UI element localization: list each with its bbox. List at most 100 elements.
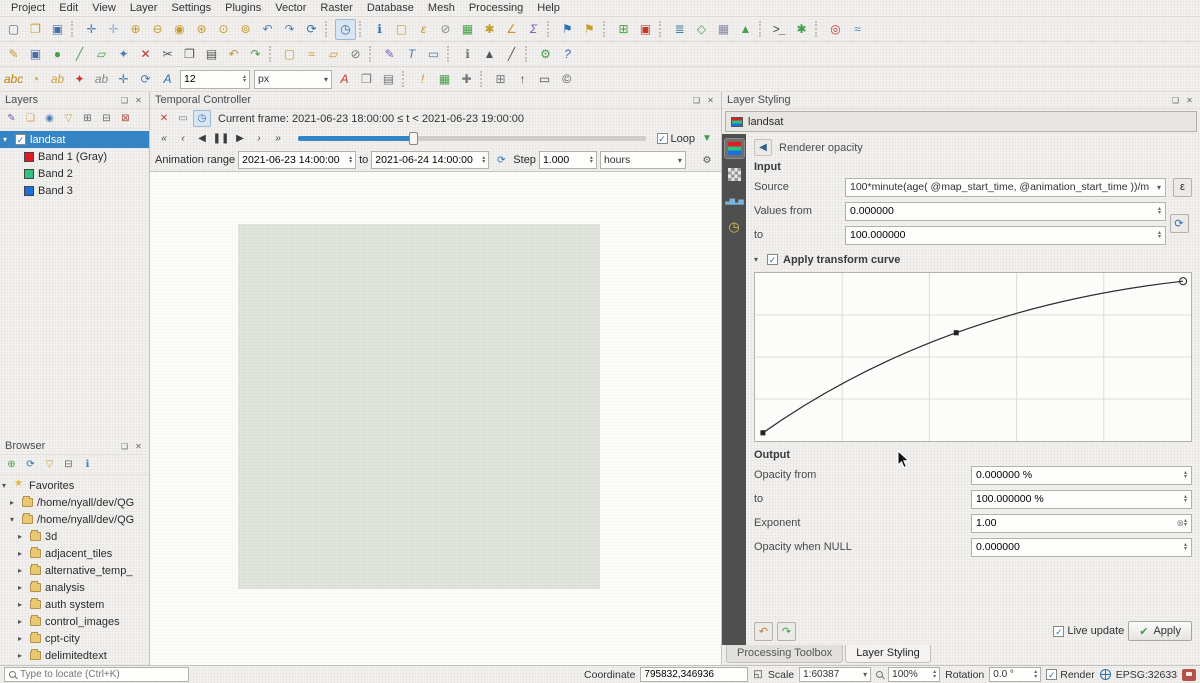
zoom-last-icon[interactable]: ↶ bbox=[257, 19, 278, 40]
add-group-icon[interactable]: ❏ bbox=[22, 110, 39, 127]
play-icon[interactable]: ▶ bbox=[231, 130, 249, 147]
open-layer-styling-panel-icon[interactable]: ✎ bbox=[3, 110, 20, 127]
toolbar-separator[interactable] bbox=[815, 21, 822, 37]
export-animation-icon[interactable]: ▼ bbox=[698, 130, 716, 147]
browser-item[interactable]: ▸ analysis bbox=[0, 579, 149, 596]
exponent-field[interactable]: ⊗ bbox=[971, 514, 1192, 533]
range-end-input[interactable] bbox=[375, 154, 482, 166]
statistical-summary-icon[interactable]: Σ bbox=[523, 19, 544, 40]
opacity-from-field[interactable] bbox=[971, 466, 1192, 485]
refresh-browser-icon[interactable]: ⟳ bbox=[22, 456, 39, 473]
range-end-field[interactable] bbox=[371, 151, 489, 169]
animated-navigation-icon[interactable]: ◷ bbox=[193, 110, 211, 127]
scale-bar-icon[interactable]: ▭ bbox=[534, 69, 555, 90]
menu-item[interactable]: Plugins bbox=[218, 1, 268, 15]
paste-features-icon[interactable]: ▤ bbox=[201, 44, 222, 65]
apply-button[interactable]: ✔ Apply bbox=[1128, 621, 1192, 641]
zoom-out-icon[interactable]: ⊖ bbox=[147, 19, 168, 40]
layer-labeling-icon[interactable]: abc bbox=[3, 69, 24, 90]
step-forward-icon[interactable]: › bbox=[250, 130, 268, 147]
values-to-input[interactable] bbox=[850, 229, 1158, 241]
log-messages-icon[interactable]: ▣ bbox=[635, 19, 656, 40]
select-freehand-icon[interactable]: ≈ bbox=[301, 44, 322, 65]
loop-checkbox[interactable]: ✓ Loop bbox=[657, 133, 695, 145]
save-edits-icon[interactable]: ▣ bbox=[25, 44, 46, 65]
float-panel-icon[interactable]: ❏ bbox=[119, 442, 130, 451]
toolbar-separator[interactable] bbox=[547, 21, 554, 37]
temporal-settings-icon[interactable]: ⚙ bbox=[698, 152, 716, 169]
symbology-tab-icon[interactable] bbox=[725, 139, 744, 158]
spinner[interactable] bbox=[1184, 495, 1187, 504]
zoom-to-layer-icon[interactable]: ⊚ bbox=[235, 19, 256, 40]
menu-item[interactable]: Vector bbox=[268, 1, 313, 15]
manage-map-themes-icon[interactable]: ◉ bbox=[41, 110, 58, 127]
step-unit-combo[interactable]: hours ▾ bbox=[600, 151, 686, 169]
expander-icon[interactable]: ▸ bbox=[18, 532, 26, 541]
float-panel-icon[interactable]: ❏ bbox=[1170, 96, 1181, 105]
values-to-field[interactable] bbox=[845, 226, 1166, 245]
browser-item[interactable]: ▾ /home/nyall/dev/QG bbox=[0, 511, 149, 528]
field-calculator-icon[interactable]: ✱ bbox=[479, 19, 500, 40]
remove-layer-icon[interactable]: ⊠ bbox=[117, 110, 134, 127]
spinner[interactable] bbox=[1034, 670, 1037, 679]
profile-tool-icon[interactable]: ≈ bbox=[847, 19, 868, 40]
open-attribute-table-icon[interactable]: ▦ bbox=[457, 19, 478, 40]
opacity-when-null-input[interactable] bbox=[976, 541, 1184, 553]
new-bookmark-icon[interactable]: ⚑ bbox=[557, 19, 578, 40]
toolbar-separator[interactable] bbox=[359, 21, 366, 37]
rotation-field[interactable]: 0.0 ° bbox=[989, 667, 1041, 682]
copy-style-icon[interactable]: ❐ bbox=[356, 69, 377, 90]
plugin-manager-icon[interactable]: ✱ bbox=[791, 19, 812, 40]
browser-item[interactable]: ▸ /home/nyall/dev/QG bbox=[0, 494, 149, 511]
float-panel-icon[interactable]: ❏ bbox=[691, 96, 702, 105]
close-panel-icon[interactable]: ✕ bbox=[705, 96, 716, 105]
collapse-icon[interactable]: ▾ bbox=[754, 255, 762, 264]
toolbar-separator[interactable] bbox=[603, 21, 610, 37]
undo-icon[interactable]: ↶ bbox=[223, 44, 244, 65]
expander-icon[interactable]: ▾ bbox=[10, 515, 18, 524]
styling-layer-combo[interactable]: landsat bbox=[725, 111, 1197, 132]
grid-decoration-icon[interactable]: ⊞ bbox=[490, 69, 511, 90]
render-checkbox[interactable]: ✓ Render bbox=[1046, 669, 1094, 681]
style-undo-icon[interactable]: ↶ bbox=[754, 622, 773, 641]
opacity-to-field[interactable] bbox=[971, 490, 1192, 509]
curve-node[interactable] bbox=[760, 430, 765, 435]
toolbar-separator[interactable] bbox=[480, 71, 487, 87]
deselect-features-icon[interactable]: ⊘ bbox=[435, 19, 456, 40]
transform-curve-checkbox[interactable]: ✓ bbox=[767, 254, 778, 265]
toolbar-separator[interactable] bbox=[447, 46, 454, 62]
copy-features-icon[interactable]: ❐ bbox=[179, 44, 200, 65]
opacity-from-input[interactable] bbox=[976, 469, 1184, 481]
add-line-feature-icon[interactable]: ╱ bbox=[69, 44, 90, 65]
paste-style-icon[interactable]: ▤ bbox=[378, 69, 399, 90]
transparency-tab-icon[interactable] bbox=[725, 165, 744, 184]
clear-value-icon[interactable]: ⊗ bbox=[1176, 518, 1184, 529]
menu-item[interactable]: Database bbox=[360, 1, 421, 15]
spinner[interactable] bbox=[349, 156, 352, 165]
add-mesh-layer-icon[interactable]: ▲ bbox=[735, 19, 756, 40]
menu-item[interactable]: Mesh bbox=[421, 1, 462, 15]
log-messages-icon[interactable] bbox=[1182, 669, 1196, 681]
run-feature-action-icon[interactable]: ! bbox=[412, 69, 433, 90]
spinner[interactable] bbox=[1158, 231, 1161, 240]
skip-to-end-icon[interactable]: » bbox=[269, 130, 287, 147]
toolbar-separator[interactable] bbox=[71, 21, 78, 37]
identify-features-icon[interactable]: ℹ bbox=[369, 19, 390, 40]
osm-search-icon[interactable]: ◎ bbox=[825, 19, 846, 40]
spinner[interactable] bbox=[1158, 207, 1161, 216]
select-rectangle-icon[interactable]: ▢ bbox=[279, 44, 300, 65]
highlight-labels-icon[interactable]: ab bbox=[47, 69, 68, 90]
live-update-checkbox[interactable]: ✓ Live update bbox=[1053, 625, 1124, 637]
spinner[interactable] bbox=[1184, 543, 1187, 552]
filter-legend-icon[interactable]: ▽ bbox=[60, 110, 77, 127]
opacity-when-null-field[interactable] bbox=[971, 538, 1192, 557]
label-font-size-input[interactable] bbox=[184, 73, 243, 85]
pan-to-selection-icon[interactable]: ✛ bbox=[103, 19, 124, 40]
crs-value[interactable]: EPSG:32633 bbox=[1116, 669, 1177, 681]
move-label-icon[interactable]: ✛ bbox=[113, 69, 134, 90]
measure-line-icon[interactable]: ∠ bbox=[501, 19, 522, 40]
browser-item[interactable]: ▸ alternative_temp_ bbox=[0, 562, 149, 579]
expand-all-icon[interactable]: ⊞ bbox=[79, 110, 96, 127]
rotate-label-icon[interactable]: ⟳ bbox=[135, 69, 156, 90]
redo-icon[interactable]: ↷ bbox=[245, 44, 266, 65]
